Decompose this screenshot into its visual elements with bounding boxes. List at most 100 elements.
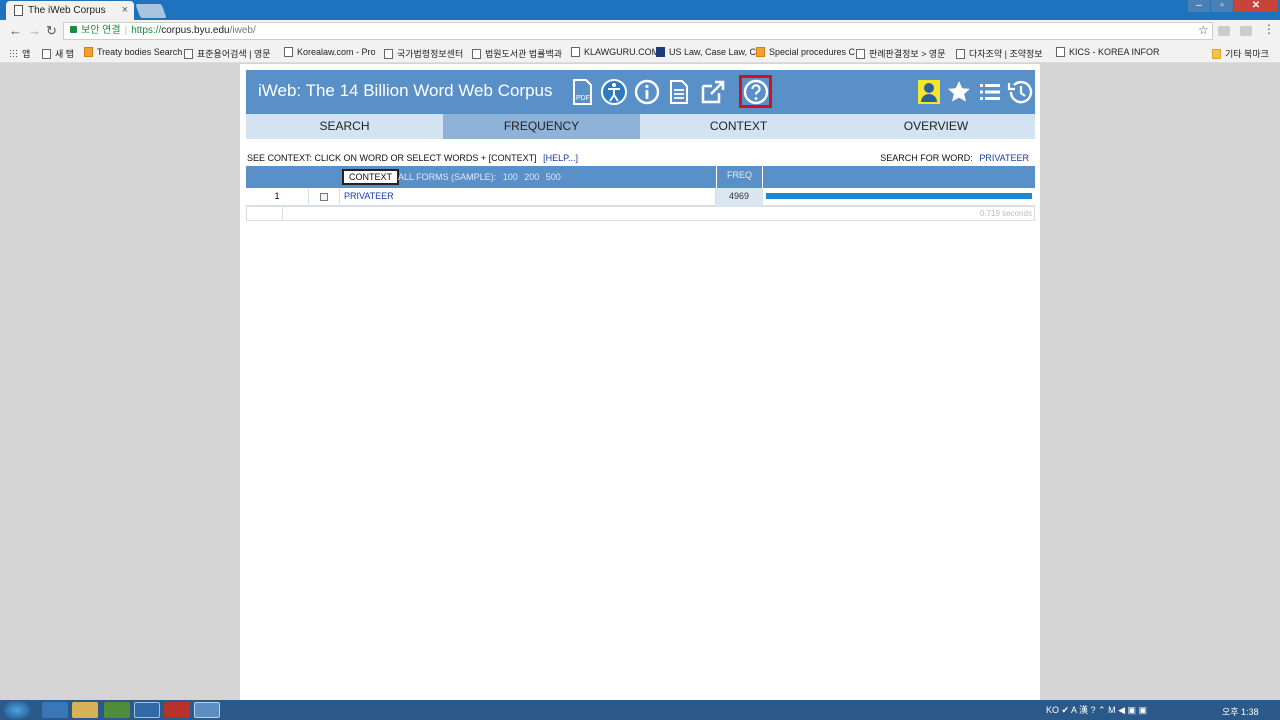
- pdf-icon[interactable]: PDF: [568, 78, 596, 106]
- site-title[interactable]: iWeb: The 14 Billion Word Web Corpus: [258, 81, 553, 101]
- apps-icon: [9, 49, 18, 59]
- bookmark-favicon-icon: [84, 47, 93, 57]
- info-icon[interactable]: [633, 78, 661, 106]
- tab-context[interactable]: CONTEXT: [640, 114, 837, 139]
- url-path: /iweb/: [229, 25, 256, 36]
- bookmark-label: 법원도서관 법률백과: [485, 49, 563, 59]
- page-icon: [956, 49, 965, 59]
- back-button[interactable]: ←: [9, 23, 22, 39]
- tab-close-icon[interactable]: ×: [122, 4, 128, 16]
- bookmark-item[interactable]: Special procedures C: [756, 47, 855, 57]
- bookmark-item[interactable]: US Law, Case Law, C: [656, 47, 756, 57]
- new-tab-button[interactable]: [135, 4, 167, 18]
- bookmark-label: Korealaw.com - Pro: [297, 47, 376, 57]
- close-window-button[interactable]: ✕: [1234, 0, 1278, 12]
- system-tray[interactable]: KO ✔ A 漢 ? ⌃ M ◀ ▣ ▣: [1046, 703, 1147, 716]
- hint-text: SEE CONTEXT: CLICK ON WORD OR SELECT WOR…: [247, 153, 537, 163]
- table-row: 1 PRIVATEER 4969: [246, 188, 1035, 206]
- forward-button[interactable]: →: [28, 23, 41, 39]
- sample-200-link[interactable]: 200: [524, 172, 539, 182]
- bookmark-label: 판례판결정보 > 영문: [869, 49, 946, 59]
- page-icon: [1056, 47, 1065, 57]
- clock[interactable]: 오후 1:38: [1222, 705, 1259, 718]
- freq-value: 4969: [716, 188, 763, 206]
- bookmark-other-folder[interactable]: 기타 북마크: [1212, 47, 1269, 60]
- extension-icon[interactable]: [1218, 26, 1230, 36]
- bookmark-item[interactable]: Treaty bodies Search: [84, 47, 182, 57]
- chrome-active-taskbar-icon[interactable]: [194, 702, 220, 718]
- explorer-taskbar-icon[interactable]: [72, 702, 98, 718]
- bookmark-label: KLAWGURU.COM: [584, 47, 660, 57]
- bookmark-label: Treaty bodies Search: [97, 47, 183, 57]
- frequency-bar: [766, 193, 1032, 199]
- bookmark-favicon-icon: [756, 47, 765, 57]
- user-icon[interactable]: [918, 80, 940, 104]
- search-for-word: SEARCH FOR WORD: PRIVATEER: [880, 153, 1029, 163]
- page-icon: [472, 49, 481, 59]
- freq-column-header: FREQ: [716, 166, 763, 188]
- row-number: 1: [246, 188, 309, 206]
- bookmark-label: 국가법령정보센터: [397, 49, 464, 59]
- bookmark-item[interactable]: 다자조약 | 조약정보: [956, 47, 1043, 60]
- query-timing: 0.719 seconds: [979, 209, 1032, 218]
- main-tabs: SEARCH FREQUENCY CONTEXT OVERVIEW: [246, 114, 1035, 139]
- forms-sample: ALL FORMS (SAMPLE): 100 200 500: [398, 172, 561, 182]
- bookmark-favicon-icon: [656, 47, 665, 57]
- bookmark-label: 표준용어검색 | 영문: [197, 49, 271, 59]
- row-checkbox[interactable]: [320, 193, 328, 201]
- url-scheme: https://: [131, 25, 162, 36]
- tab-frequency[interactable]: FREQUENCY: [443, 114, 640, 139]
- bookmark-item[interactable]: 판례판결정보 > 영문: [856, 47, 946, 60]
- start-button[interactable]: [4, 701, 30, 719]
- star-icon[interactable]: [945, 78, 973, 106]
- results-footer: 0.719 seconds: [246, 206, 1035, 221]
- browser-toolbar: ← → ↻ 보안 연결 | https://corpus.byu.edu/iweb/…: [0, 20, 1280, 42]
- help-link[interactable]: [HELP...]: [543, 153, 578, 163]
- page-icon: [384, 49, 393, 59]
- bookmark-label: 기타 북마크: [1225, 49, 1269, 59]
- tab-title: The iWeb Corpus: [28, 5, 106, 16]
- document-icon[interactable]: [665, 78, 693, 106]
- address-bar[interactable]: 보안 연결 | https://corpus.byu.edu/iweb/: [63, 22, 1213, 40]
- search-word-link[interactable]: PRIVATEER: [979, 153, 1029, 163]
- secure-label: 보안 연결: [81, 25, 121, 36]
- maximize-button[interactable]: ▫: [1211, 0, 1233, 12]
- app-taskbar-icon[interactable]: [164, 702, 190, 718]
- accessibility-icon[interactable]: [600, 78, 628, 106]
- app-taskbar-icon[interactable]: [134, 702, 160, 718]
- bookmark-label: 다자조약 | 조약정보: [969, 49, 1043, 59]
- bookmark-item[interactable]: 법원도서관 법률백과: [472, 47, 562, 60]
- bookmark-label: KICS - KOREA INFOR: [1069, 47, 1160, 57]
- extension-icon[interactable]: [1240, 26, 1252, 36]
- word-link[interactable]: PRIVATEER: [340, 188, 716, 206]
- help-icon[interactable]: [742, 78, 770, 106]
- sample-500-link[interactable]: 500: [546, 172, 561, 182]
- page-favicon-icon: [14, 5, 23, 16]
- list-icon[interactable]: [976, 78, 1004, 106]
- tab-overview[interactable]: OVERVIEW: [837, 114, 1035, 139]
- browser-tab[interactable]: The iWeb Corpus ×: [6, 1, 134, 20]
- external-link-icon[interactable]: [699, 78, 727, 106]
- tab-search[interactable]: SEARCH: [246, 114, 443, 139]
- search-for-label: SEARCH FOR WORD:: [880, 153, 973, 163]
- minimize-button[interactable]: –: [1188, 0, 1210, 12]
- bookmark-item[interactable]: 새 탭: [42, 47, 74, 60]
- browser-menu-icon[interactable]: ⋮: [1263, 22, 1275, 36]
- bookmark-item[interactable]: KLAWGURU.COM: [571, 47, 659, 57]
- divider: |: [124, 25, 128, 36]
- sample-100-link[interactable]: 100: [503, 172, 518, 182]
- bookmark-item[interactable]: KICS - KOREA INFOR: [1056, 47, 1160, 57]
- chrome-taskbar-icon[interactable]: [104, 702, 130, 718]
- ie-taskbar-icon[interactable]: [42, 702, 68, 718]
- bookmark-star-icon[interactable]: ☆: [1198, 23, 1209, 37]
- reload-button[interactable]: ↻: [46, 23, 57, 39]
- bookmark-item[interactable]: 표준용어검색 | 영문: [184, 47, 271, 60]
- bookmark-item[interactable]: 국가법령정보센터: [384, 47, 463, 60]
- context-hint: SEE CONTEXT: CLICK ON WORD OR SELECT WOR…: [247, 153, 578, 163]
- bookmark-apps[interactable]: 앱: [9, 47, 30, 60]
- lock-icon: [70, 26, 77, 33]
- bookmark-label: US Law, Case Law, C: [669, 47, 757, 57]
- context-button[interactable]: CONTEXT: [342, 169, 400, 185]
- bookmark-item[interactable]: Korealaw.com - Pro: [284, 47, 376, 57]
- history-icon[interactable]: [1006, 78, 1034, 106]
